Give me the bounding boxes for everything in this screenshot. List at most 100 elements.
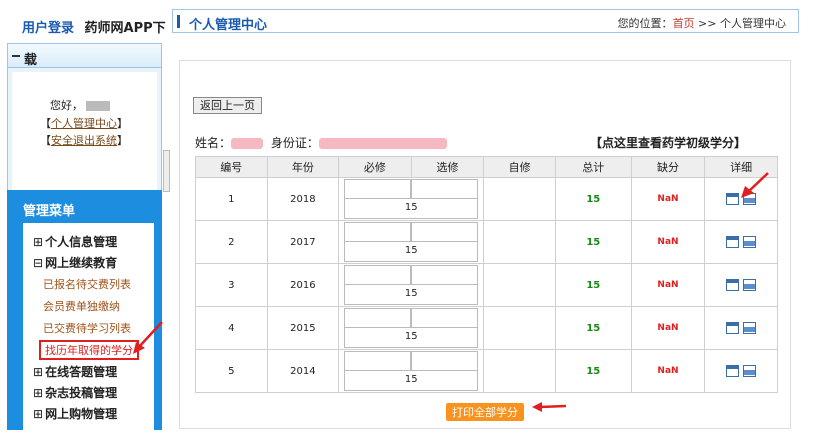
calendar-icon[interactable] bbox=[726, 365, 740, 377]
id-redacted bbox=[318, 138, 447, 149]
required-box bbox=[344, 179, 412, 199]
elective-box bbox=[411, 351, 479, 371]
subtotal-value: 15 bbox=[344, 328, 479, 348]
menu-item-continuing-education[interactable]: ⊟ 网上继续教育 bbox=[33, 254, 117, 271]
table-row: 4 2015 15 15 NaN bbox=[195, 306, 778, 350]
credits-table: 编号 年份 必修 选修 自修 总计 缺分 详细 1 2018 15 15 NaN 2 201… bbox=[195, 156, 778, 393]
cell-self-study bbox=[483, 177, 556, 221]
cell-detail bbox=[704, 306, 778, 350]
table-body: 1 2018 15 15 NaN 2 2017 15 15 NaN 3 2016 15 15 NaN 4 201… bbox=[195, 177, 778, 393]
red-arrow-icon bbox=[741, 172, 769, 198]
login-box-header: 载 bbox=[8, 44, 161, 68]
cell-detail bbox=[704, 263, 778, 307]
cell-required-elective: 15 bbox=[338, 220, 485, 264]
id-label: 身份证： bbox=[270, 136, 319, 150]
subtotal-value: 15 bbox=[344, 242, 479, 262]
cell-required-elective: 15 bbox=[338, 349, 485, 393]
greeting-text: 您好， bbox=[50, 99, 83, 112]
breadcrumb-separator: >> bbox=[694, 17, 720, 30]
elective-box bbox=[411, 308, 479, 328]
submenu-item-paid-pending-study[interactable]: 已交费待学习列表 bbox=[43, 320, 131, 336]
submenu-item-membership-fee[interactable]: 会员费单独缴纳 bbox=[43, 298, 120, 314]
page-title: 个人管理中心 bbox=[189, 18, 268, 33]
cell-year: 2014 bbox=[266, 349, 340, 393]
col-header-missing: 缺分 bbox=[630, 156, 706, 178]
subtotal-value: 15 bbox=[344, 285, 479, 305]
cell-self-study bbox=[483, 349, 556, 393]
greeting: 您好， bbox=[50, 97, 110, 113]
cell-number: 5 bbox=[195, 349, 268, 393]
cell-number: 3 bbox=[195, 263, 268, 307]
breadcrumb-home-link[interactable]: 首页 bbox=[673, 17, 695, 30]
calendar-icon[interactable] bbox=[726, 279, 740, 291]
table-row: 1 2018 15 15 NaN bbox=[195, 177, 778, 221]
printer-icon[interactable] bbox=[743, 236, 757, 248]
menu-item-magazine-submission[interactable]: ⊞ 杂志投稿管理 bbox=[33, 384, 117, 401]
cell-year: 2015 bbox=[266, 306, 340, 350]
menu-item-online-shopping[interactable]: ⊞ 网上购物管理 bbox=[33, 405, 117, 422]
expand-icon: ⊞ bbox=[33, 386, 44, 400]
cell-total: 15 bbox=[554, 263, 632, 307]
printer-icon[interactable] bbox=[743, 279, 757, 291]
cell-missing: NaN bbox=[630, 306, 706, 350]
cell-number: 1 bbox=[195, 177, 268, 221]
menu-item-personal-info[interactable]: ⊞ 个人信息管理 bbox=[33, 233, 117, 250]
breadcrumb-current: 个人管理中心 bbox=[720, 17, 786, 30]
menu-item-label: 杂志投稿管理 bbox=[45, 386, 118, 400]
header-bar: 个人管理中心 您的位置：首页 >> 个人管理中心 bbox=[172, 9, 799, 33]
table-row: 5 2014 15 15 NaN bbox=[195, 349, 778, 393]
personal-center-link[interactable]: 个人管理中心 bbox=[51, 117, 117, 130]
name-label: 姓名： bbox=[195, 136, 232, 150]
required-box bbox=[344, 222, 412, 242]
cell-required-elective: 15 bbox=[338, 263, 485, 307]
calendar-icon[interactable] bbox=[726, 236, 740, 248]
cell-total: 15 bbox=[554, 349, 632, 393]
red-arrow-icon bbox=[532, 402, 567, 412]
expand-icon: ⊞ bbox=[33, 365, 44, 379]
required-box bbox=[344, 265, 412, 285]
required-box bbox=[344, 308, 412, 328]
submenu-item-pending-payment[interactable]: 已报名待交费列表 bbox=[43, 276, 131, 292]
username-redacted bbox=[86, 101, 110, 111]
cell-missing: NaN bbox=[630, 349, 706, 393]
menu-item-label: 在线答题管理 bbox=[45, 365, 118, 379]
calendar-icon[interactable] bbox=[726, 322, 740, 334]
collapse-icon: ⊟ bbox=[33, 256, 44, 270]
login-link[interactable]: 用户登录 bbox=[22, 21, 74, 36]
credit-subgrid: 15 bbox=[344, 179, 479, 219]
app-download-link[interactable]: 药师网APP下 bbox=[85, 21, 166, 36]
cell-number: 4 bbox=[195, 306, 268, 350]
col-header-year: 年份 bbox=[266, 156, 340, 178]
scrollbar[interactable] bbox=[163, 150, 170, 192]
view-junior-credits-link[interactable]: 【点这里查看药学初级学分】 bbox=[590, 134, 746, 151]
login-box: 载 您好， 【个人管理中心】 【安全退出系统】 bbox=[7, 43, 162, 203]
printer-icon[interactable] bbox=[743, 365, 757, 377]
cell-required-elective: 15 bbox=[338, 306, 485, 350]
logout-link[interactable]: 安全退出系统 bbox=[51, 134, 117, 147]
name-redacted bbox=[231, 138, 264, 149]
expand-icon: ⊞ bbox=[33, 235, 44, 249]
cell-self-study bbox=[483, 306, 556, 350]
menu-item-online-quiz[interactable]: ⊞ 在线答题管理 bbox=[33, 363, 117, 380]
elective-box bbox=[411, 265, 479, 285]
cell-missing: NaN bbox=[630, 177, 706, 221]
printer-icon[interactable] bbox=[743, 322, 757, 334]
user-info-row: 姓名： 身份证： bbox=[195, 134, 447, 151]
submenu-item-historical-credits[interactable]: 找历年取得的学分 bbox=[39, 340, 139, 360]
back-button[interactable]: 返回上一页 bbox=[193, 97, 262, 114]
cell-detail bbox=[704, 349, 778, 393]
table-row: 2 2017 15 15 NaN bbox=[195, 220, 778, 264]
breadcrumb-label: 您的位置： bbox=[617, 17, 673, 30]
col-header-number: 编号 bbox=[195, 156, 268, 178]
print-all-credits-button[interactable]: 打印全部学分 bbox=[446, 403, 524, 421]
cell-number: 2 bbox=[195, 220, 268, 264]
cell-self-study bbox=[483, 220, 556, 264]
expand-icon: ⊞ bbox=[33, 407, 44, 421]
menu-item-label: 网上继续教育 bbox=[45, 256, 118, 270]
personal-center-row: 【个人管理中心】 bbox=[40, 117, 128, 130]
cell-year: 2017 bbox=[266, 220, 340, 264]
top-links: 用户登录 药师网APP下 bbox=[22, 17, 166, 36]
col-header-elective: 选修 bbox=[410, 156, 485, 178]
menu-item-label: 网上购物管理 bbox=[45, 407, 118, 421]
subtotal-value: 15 bbox=[344, 371, 479, 391]
